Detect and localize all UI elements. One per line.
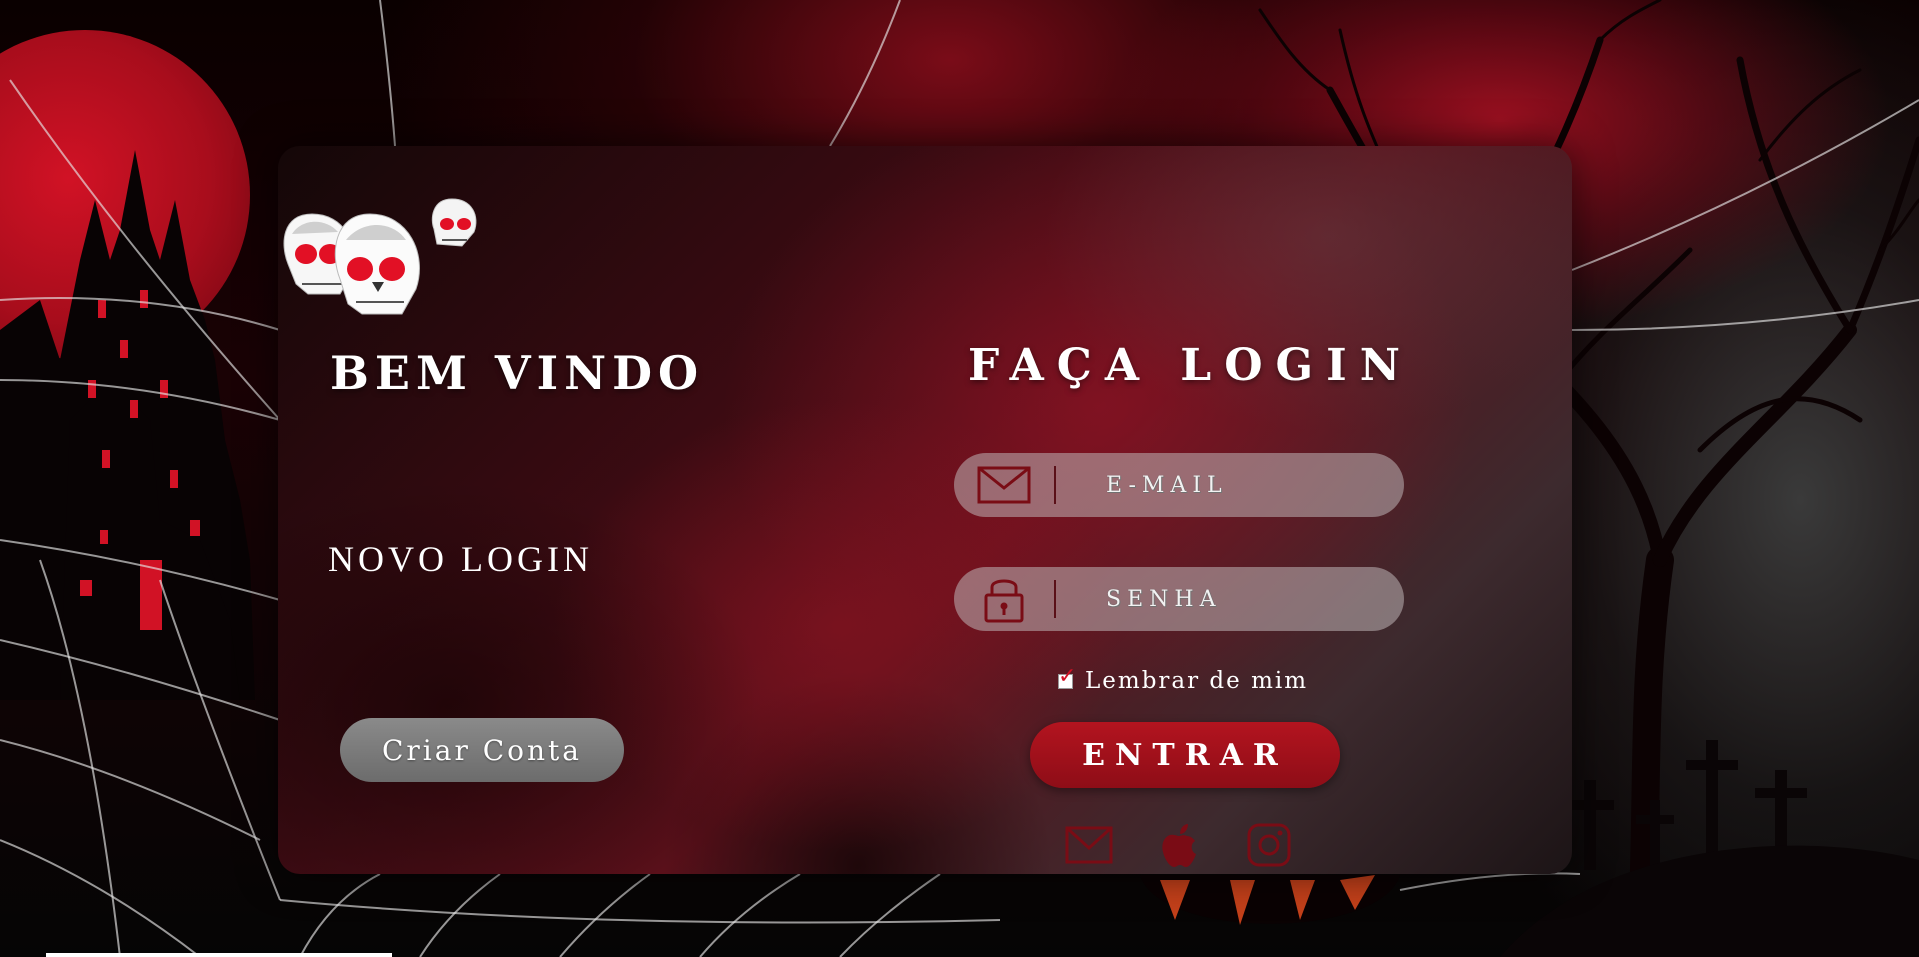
castle-silhouette [0,150,255,700]
envelope-icon [954,453,1054,517]
instagram-icon[interactable] [1244,822,1294,868]
social-links [1064,822,1294,868]
padlock-icon [954,567,1054,631]
skull-big [334,213,420,315]
check-icon: ✓ [1058,663,1079,689]
scroll-indicator [46,953,392,957]
login-title: FAÇA LOGIN [968,340,1413,391]
password-field[interactable] [954,567,1404,631]
email-input[interactable] [1056,453,1404,517]
create-account-button[interactable]: Criar Conta [340,718,624,782]
new-login-label: NOVO LOGIN [328,539,593,579]
remember-label: Lembrar de mim [1085,668,1309,694]
welcome-title: BEM VINDO [330,346,705,400]
skulls-logo [283,198,477,315]
apple-icon[interactable] [1154,822,1204,868]
skull-small [431,198,477,247]
password-input[interactable] [1056,567,1404,631]
submit-button[interactable]: ENTRAR [1030,722,1340,788]
login-panel: BEM VINDO NOVO LOGIN Criar Conta FAÇA LO… [278,146,1572,874]
pumpkin [1140,875,1400,925]
mail-icon[interactable] [1064,822,1114,868]
remember-me: ✓ Lembrar de mim [1058,665,1309,694]
remember-checkbox[interactable]: ✓ [1058,665,1076,689]
email-field[interactable] [954,453,1404,517]
